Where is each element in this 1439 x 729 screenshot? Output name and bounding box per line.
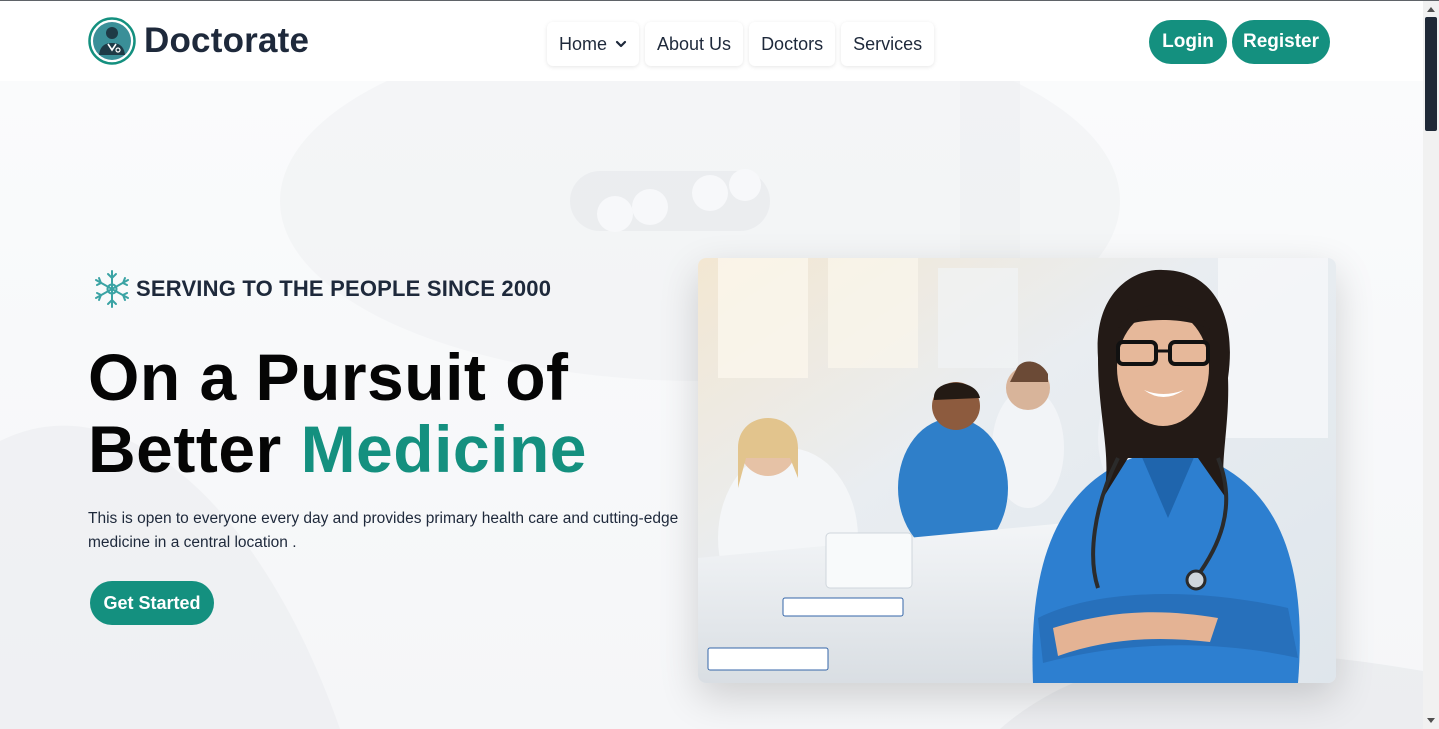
- nav-item-home[interactable]: Home: [547, 22, 640, 66]
- scroll-down-arrow-icon[interactable]: [1423, 713, 1439, 729]
- headline-line-1: On a Pursuit of: [88, 340, 569, 414]
- scrollbar-thumb[interactable]: [1425, 17, 1437, 131]
- register-button[interactable]: Register: [1232, 20, 1330, 64]
- auth-buttons: Login Register: [1149, 20, 1330, 64]
- brand-name: Doctorate: [144, 21, 310, 60]
- site-header: Doctorate Home About Us Doctors Services…: [0, 1, 1423, 81]
- doctor-logo-icon: [88, 17, 136, 65]
- hero-section: SERVING TO THE PEOPLE SINCE 2000 On a Pu…: [0, 81, 1423, 729]
- scroll-up-arrow-icon[interactable]: [1423, 1, 1439, 17]
- nav-item-label: Services: [853, 33, 923, 54]
- page-scrollbar[interactable]: [1423, 1, 1439, 729]
- hero-tagline: SERVING TO THE PEOPLE SINCE 2000: [136, 276, 552, 301]
- doctors-photo-illustration: [698, 258, 1336, 683]
- nav-item-services[interactable]: Services: [841, 22, 935, 66]
- nav-item-label: Home: [559, 33, 608, 54]
- brand-logo[interactable]: Doctorate: [88, 17, 309, 65]
- get-started-button[interactable]: Get Started: [90, 581, 214, 625]
- snowflake-icon: [95, 270, 129, 308]
- nav-item-about-us[interactable]: About Us: [645, 22, 744, 66]
- doctors-team-photo: [698, 258, 1336, 683]
- tagline-row: SERVING TO THE PEOPLE SINCE 2000: [92, 269, 551, 309]
- chevron-down-icon: [615, 40, 627, 48]
- hero-headline: On a Pursuit of Better Medicine: [88, 341, 587, 485]
- hero-description: This is open to everyone every day and p…: [88, 510, 679, 551]
- nav-item-doctors[interactable]: Doctors: [749, 22, 836, 66]
- login-button[interactable]: Login: [1149, 20, 1227, 64]
- headline-accent-word: Medicine: [300, 412, 587, 486]
- nav-item-label: Doctors: [761, 33, 824, 54]
- main-nav: Home About Us Doctors Services: [547, 22, 935, 66]
- headline-line-2-prefix: Better: [88, 412, 301, 486]
- nav-item-label: About Us: [657, 33, 732, 54]
